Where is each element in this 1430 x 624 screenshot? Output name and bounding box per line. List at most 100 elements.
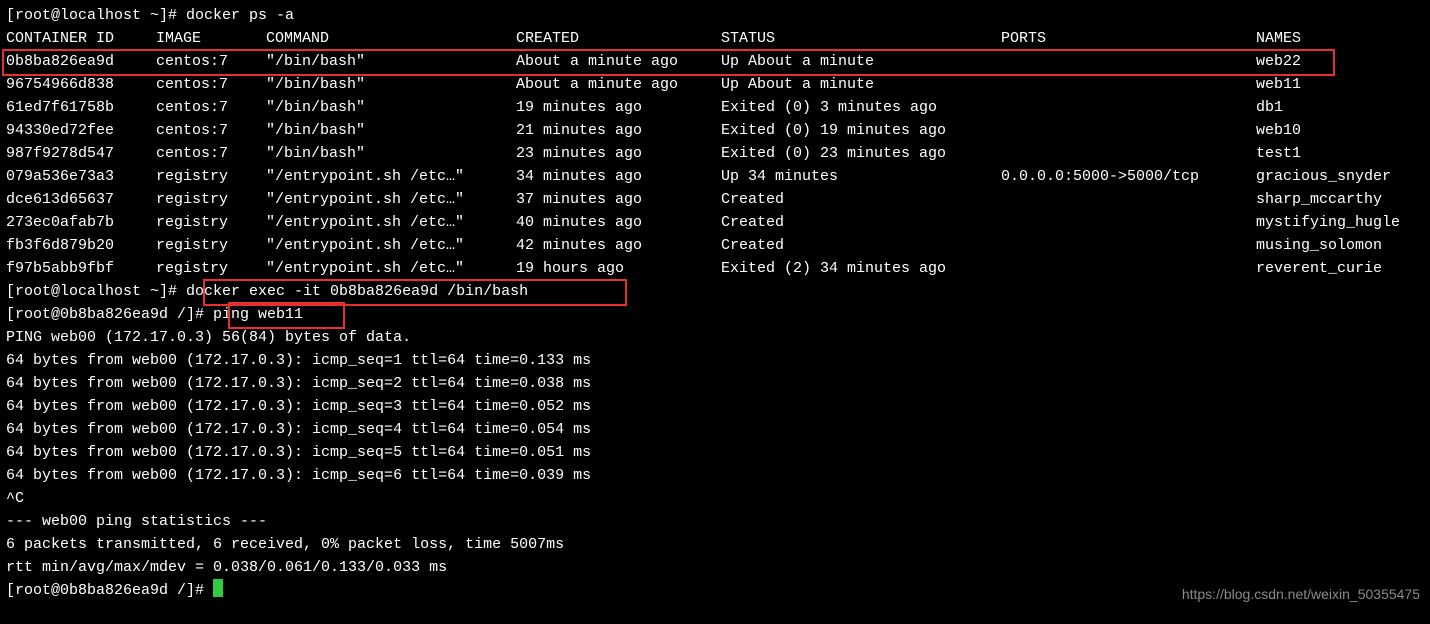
cell-command: "/entrypoint.sh /etc…" [266,211,516,234]
shell-prompt: [root@localhost ~]# [6,283,186,300]
cell-command: "/bin/bash" [266,50,516,73]
sigint: ^C [6,487,1424,510]
cell-id: 079a536e73a3 [6,165,156,188]
cell-status: Exited (2) 34 minutes ago [721,257,1001,280]
cell-image: centos:7 [156,50,266,73]
cell-id: dce613d65637 [6,188,156,211]
th-status: STATUS [721,27,1001,50]
cell-status: Created [721,234,1001,257]
cell-id: 61ed7f61758b [6,96,156,119]
cell-names: sharp_mccarthy [1256,188,1382,211]
cell-image: centos:7 [156,73,266,96]
cell-command: "/entrypoint.sh /etc…" [266,234,516,257]
cell-id: 987f9278d547 [6,142,156,165]
cell-status: Created [721,211,1001,234]
shell-prompt: [root@localhost ~]# [6,7,186,24]
th-ports: PORTS [1001,27,1256,50]
cell-image: registry [156,234,266,257]
cell-id: 96754966d838 [6,73,156,96]
cell-created: 37 minutes ago [516,188,721,211]
cell-names: web11 [1256,73,1301,96]
cell-names: reverent_curie [1256,257,1382,280]
cell-names: musing_solomon [1256,234,1382,257]
ping-reply-line: 64 bytes from web00 (172.17.0.3): icmp_s… [6,464,1424,487]
cell-command: "/bin/bash" [266,142,516,165]
cell-image: centos:7 [156,142,266,165]
table-row: 0b8ba826ea9dcentos:7"/bin/bash"About a m… [6,50,1424,73]
cell-command: "/bin/bash" [266,119,516,142]
cell-command: "/entrypoint.sh /etc…" [266,188,516,211]
cell-created: 23 minutes ago [516,142,721,165]
cell-image: registry [156,257,266,280]
table-row: fb3f6d879b20registry"/entrypoint.sh /etc… [6,234,1424,257]
cell-command: "/bin/bash" [266,96,516,119]
cell-id: 94330ed72fee [6,119,156,142]
cell-names: web10 [1256,119,1301,142]
cell-created: 34 minutes ago [516,165,721,188]
ping-header: PING web00 (172.17.0.3) 56(84) bytes of … [6,326,1424,349]
cell-id: 273ec0afab7b [6,211,156,234]
cell-command: "/entrypoint.sh /etc…" [266,165,516,188]
table-row: dce613d65637registry"/entrypoint.sh /etc… [6,188,1424,211]
cell-names: mystifying_hugle [1256,211,1400,234]
command-ping: ping web11 [213,306,303,323]
cell-image: centos:7 [156,119,266,142]
cell-id: 0b8ba826ea9d [6,50,156,73]
ping-reply-line: 64 bytes from web00 (172.17.0.3): icmp_s… [6,349,1424,372]
cell-image: registry [156,211,266,234]
cell-image: centos:7 [156,96,266,119]
table-row: 96754966d838centos:7"/bin/bash"About a m… [6,73,1424,96]
cell-status: Exited (0) 19 minutes ago [721,119,1001,142]
cell-image: registry [156,188,266,211]
th-container-id: CONTAINER ID [6,27,156,50]
ping-reply-line: 64 bytes from web00 (172.17.0.3): icmp_s… [6,395,1424,418]
cell-status: Created [721,188,1001,211]
terminal-line: [root@0b8ba826ea9d /]# ping web11 [6,303,1424,326]
cell-names: db1 [1256,96,1283,119]
cell-status: Exited (0) 3 minutes ago [721,96,1001,119]
cell-created: About a minute ago [516,73,721,96]
table-row: 273ec0afab7bregistry"/entrypoint.sh /etc… [6,211,1424,234]
shell-prompt: [root@0b8ba826ea9d /]# [6,306,213,323]
th-image: IMAGE [156,27,266,50]
cell-status: Up About a minute [721,73,1001,96]
cell-ports: 0.0.0.0:5000->5000/tcp [1001,165,1256,188]
ping-reply-line: 64 bytes from web00 (172.17.0.3): icmp_s… [6,418,1424,441]
cell-created: About a minute ago [516,50,721,73]
th-created: CREATED [516,27,721,50]
ping-reply-line: 64 bytes from web00 (172.17.0.3): icmp_s… [6,372,1424,395]
th-command: COMMAND [266,27,516,50]
terminal-line: [root@localhost ~]# docker exec -it 0b8b… [6,280,1424,303]
cell-created: 19 minutes ago [516,96,721,119]
cell-image: registry [156,165,266,188]
cell-names: web22 [1256,50,1301,73]
table-header: CONTAINER IDIMAGECOMMANDCREATEDSTATUSPOR… [6,27,1424,50]
cell-command: "/bin/bash" [266,73,516,96]
cell-created: 42 minutes ago [516,234,721,257]
cell-created: 19 hours ago [516,257,721,280]
cell-names: test1 [1256,142,1301,165]
cell-created: 40 minutes ago [516,211,721,234]
cell-id: fb3f6d879b20 [6,234,156,257]
shell-prompt: [root@0b8ba826ea9d /]# [6,582,213,599]
cell-status: Exited (0) 23 minutes ago [721,142,1001,165]
command-docker-ps: docker ps -a [186,7,294,24]
ping-reply-line: 64 bytes from web00 (172.17.0.3): icmp_s… [6,441,1424,464]
table-row: 079a536e73a3registry"/entrypoint.sh /etc… [6,165,1424,188]
cell-status: Up 34 minutes [721,165,1001,188]
ping-stats-line: rtt min/avg/max/mdev = 0.038/0.061/0.133… [6,556,1424,579]
cell-created: 21 minutes ago [516,119,721,142]
table-row: f97b5abb9fbfregistry"/entrypoint.sh /etc… [6,257,1424,280]
watermark-text: https://blog.csdn.net/weixin_50355475 [1182,583,1420,606]
command-docker-exec: docker exec -it 0b8ba826ea9d /bin/bash [186,283,528,300]
cell-id: f97b5abb9fbf [6,257,156,280]
terminal-line: [root@localhost ~]# docker ps -a [6,4,1424,27]
ping-stats-line: 6 packets transmitted, 6 received, 0% pa… [6,533,1424,556]
cell-command: "/entrypoint.sh /etc…" [266,257,516,280]
table-row: 987f9278d547centos:7"/bin/bash"23 minute… [6,142,1424,165]
ping-stats-header: --- web00 ping statistics --- [6,510,1424,533]
cursor-icon [213,579,223,597]
table-row: 61ed7f61758bcentos:7"/bin/bash"19 minute… [6,96,1424,119]
cell-names: gracious_snyder [1256,165,1391,188]
cell-status: Up About a minute [721,50,1001,73]
